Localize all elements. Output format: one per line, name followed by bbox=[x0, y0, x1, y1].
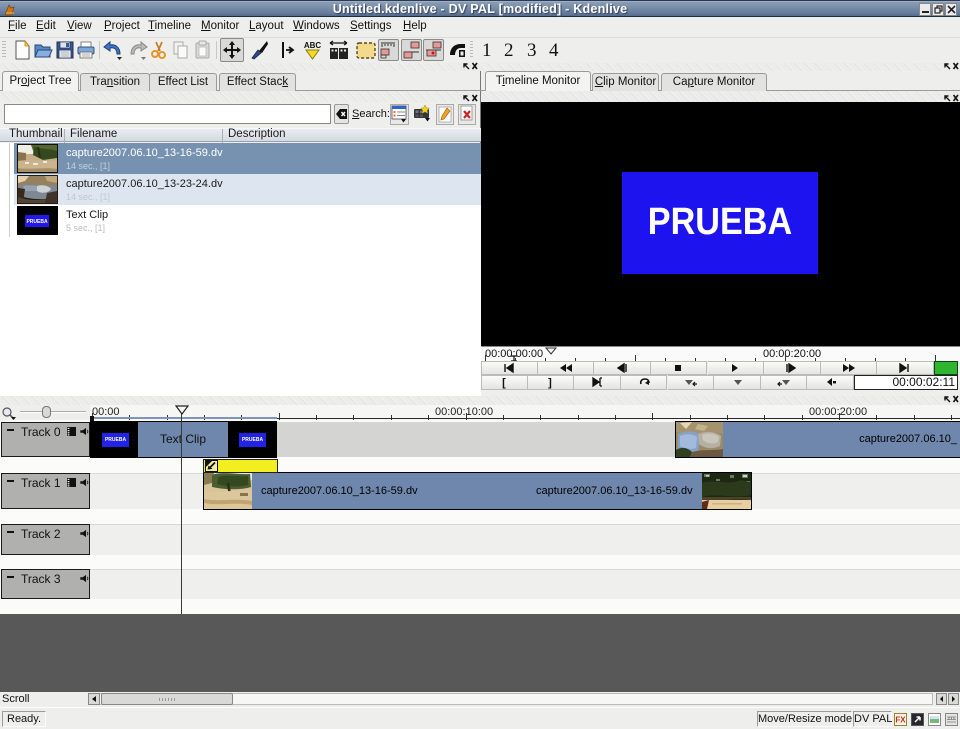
svg-text:FX: FX bbox=[895, 716, 906, 725]
svg-text:PRUEBA: PRUEBA bbox=[26, 219, 48, 225]
svg-text:]: ] bbox=[549, 377, 553, 389]
svg-text:ABC: ABC bbox=[304, 41, 322, 50]
svg-text:[: [ bbox=[502, 377, 506, 389]
